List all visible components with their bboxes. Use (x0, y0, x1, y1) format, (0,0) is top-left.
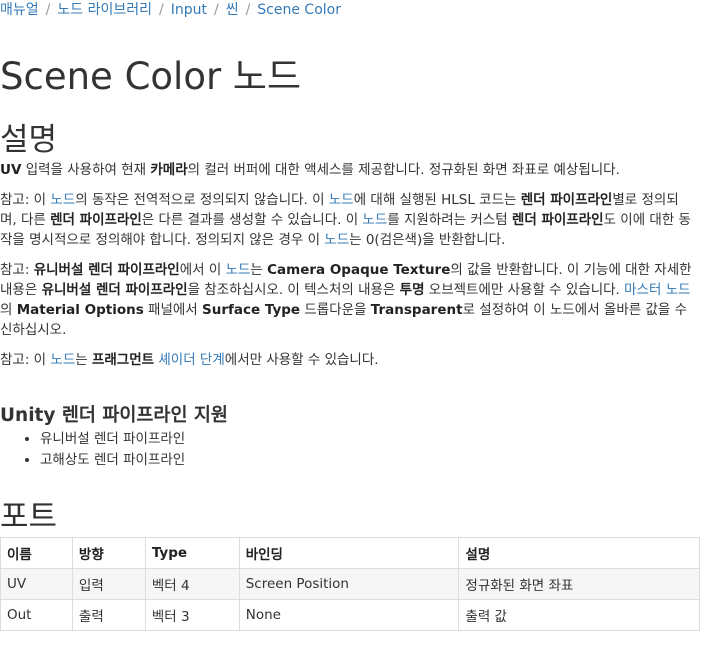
table-cell: Out (0, 599, 73, 631)
table-cell: 벡터 4 (144, 568, 240, 600)
note-paragraph-2: 참고: 유니버설 렌더 파이프라인에서 이 노드는 Camera Opaque … (0, 262, 692, 338)
strong-text: 렌더 파이프라인 (511, 212, 604, 228)
strong-text: 카메라 (150, 162, 188, 178)
ports-table: 이름 방향 Type 바인딩 설명 UV 입력 벡터 4 Screen Posi… (0, 537, 700, 631)
column-header-name: 이름 (0, 537, 73, 569)
table-cell: 정규화된 화면 좌표 (458, 568, 700, 600)
column-header-binding: 바인딩 (238, 537, 460, 569)
breadcrumb-current-scene-color[interactable]: Scene Color (257, 2, 341, 18)
strong-text: Camera Opaque Texture (267, 262, 451, 278)
breadcrumb-separator: / (45, 2, 51, 18)
breadcrumb-separator: / (158, 2, 164, 18)
master-node-link[interactable]: 마스터 노드 (624, 282, 690, 298)
node-link[interactable]: 노드 (324, 232, 349, 248)
node-link[interactable]: 노드 (329, 192, 354, 208)
node-link[interactable]: 노드 (50, 192, 75, 208)
strong-text: 투명 (399, 282, 425, 298)
column-header-description: 설명 (458, 537, 700, 569)
note-paragraph-1: 참고: 이 노드의 동작은 전역적으로 정의되지 않습니다. 이 노드에 대해 … (0, 192, 691, 248)
table-row: Out 출력 벡터 3 None 출력 값 (0, 599, 700, 631)
list-item: 유니버설 렌더 파이프라인 (40, 429, 185, 450)
breadcrumb-link-input[interactable]: Input (171, 2, 207, 18)
table-cell: 출력 값 (458, 599, 700, 631)
note-paragraph-3: 참고: 이 노드는 프래그먼트 셰이더 단계에서만 사용할 수 있습니다. (0, 352, 379, 368)
pipeline-support-list: 유니버설 렌더 파이프라인 고해상도 렌더 파이프라인 (0, 429, 185, 471)
strong-text: Transparent (370, 302, 463, 318)
breadcrumb-link-node-library[interactable]: 노드 라이브러리 (57, 2, 152, 18)
table-cell: 벡터 3 (144, 599, 240, 631)
breadcrumb-separator: / (213, 2, 219, 18)
shader-stage-link[interactable]: 셰이더 단계 (158, 352, 224, 368)
table-cell: 입력 (71, 568, 146, 600)
node-link[interactable]: 노드 (226, 262, 251, 278)
column-header-type: Type (144, 537, 240, 569)
node-link[interactable]: 노드 (362, 212, 387, 228)
strong-text: 프래그먼트 (91, 352, 155, 368)
column-header-direction: 방향 (71, 537, 146, 569)
pipeline-support-heading: Unity 렌더 파이프라인 지원 (0, 405, 228, 426)
breadcrumb-link-manual[interactable]: 매뉴얼 (0, 2, 39, 18)
strong-text: 렌더 파이프라인 (520, 192, 613, 208)
node-link[interactable]: 노드 (50, 352, 75, 368)
strong-text: UV (0, 162, 22, 178)
breadcrumb: 매뉴얼 / 노드 라이브러리 / Input / 씬 / Scene Color (0, 0, 341, 19)
ports-heading: 포트 (0, 499, 58, 535)
description-paragraph-1: UV 입력을 사용하여 현재 카메라의 컬러 버퍼에 대한 액세스를 제공합니다… (0, 162, 620, 178)
breadcrumb-link-scene[interactable]: 씬 (226, 2, 239, 18)
table-cell: 출력 (71, 599, 146, 631)
strong-text: 렌더 파이프라인 (50, 212, 142, 228)
table-cell: None (238, 599, 460, 631)
table-row: UV 입력 벡터 4 Screen Position 정규화된 화면 좌표 (0, 568, 700, 600)
strong-text: Material Options (16, 302, 144, 318)
strong-text: Surface Type (202, 302, 301, 318)
table-cell: Screen Position (238, 568, 460, 600)
table-header-row: 이름 방향 Type 바인딩 설명 (0, 537, 700, 569)
table-cell: UV (0, 568, 73, 600)
strong-text: 유니버설 렌더 파이프라인 (41, 282, 188, 298)
strong-text: 유니버설 렌더 파이프라인 (33, 262, 180, 278)
description-heading: 설명 (0, 122, 58, 158)
list-item: 고해상도 렌더 파이프라인 (40, 450, 185, 471)
breadcrumb-separator: / (245, 2, 251, 18)
page-title: Scene Color 노드 (0, 55, 302, 98)
